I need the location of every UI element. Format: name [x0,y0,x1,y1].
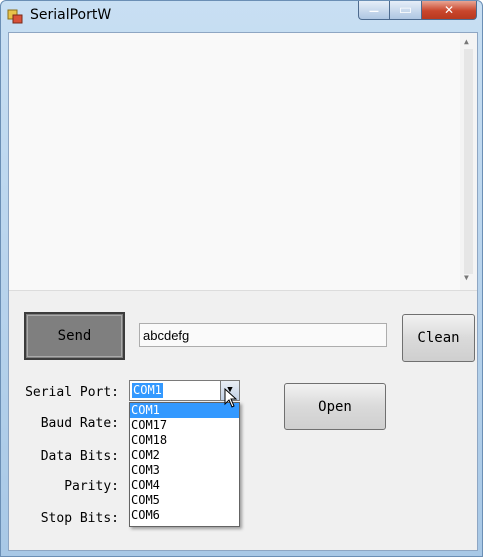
maximize-button[interactable]: ▭ [390,1,422,20]
receive-textbox[interactable]: ▲ ▼ [9,33,477,291]
mouse-pointer-icon [224,388,238,408]
close-button[interactable]: ✕ [422,1,477,20]
serial-port-dropdown-list: COM1 COM17 COM18 COM2 COM3 COM4 COM5 COM… [129,402,240,527]
dropdown-option[interactable]: COM17 [130,418,239,433]
parity-label: Parity: [64,479,119,494]
baud-rate-label: Baud Rate: [40,416,119,431]
close-icon: ✕ [443,3,455,17]
window-title: SerialPortW [30,7,112,23]
dropdown-option[interactable]: COM3 [130,463,239,478]
app-icon [7,9,23,24]
vertical-scrollbar[interactable]: ▲ ▼ [460,33,477,290]
dropdown-option[interactable]: COM18 [130,433,239,448]
client-area: ▲ ▼ Send Clean Serial Port: Baud Rate: D… [8,32,478,551]
stop-bits-label: Stop Bits: [40,511,119,526]
scroll-down-icon[interactable]: ▼ [464,273,469,282]
dropdown-option[interactable]: COM2 [130,448,239,463]
scroll-up-icon[interactable]: ▲ [464,37,469,46]
scrollbar-track[interactable] [464,49,473,274]
minimize-button[interactable]: — [358,1,390,20]
dropdown-option[interactable]: COM4 [130,478,239,493]
send-text-input[interactable] [139,323,387,347]
send-button[interactable]: Send [24,312,125,360]
app-window: SerialPortW — ▭ ✕ ▲ ▼ Send Clean Serial … [0,0,483,557]
clean-button[interactable]: Clean [402,314,475,362]
serial-port-label: Serial Port: [25,385,119,400]
data-bits-label: Data Bits: [40,449,119,464]
dropdown-option[interactable]: COM6 [130,508,239,523]
open-button[interactable]: Open [284,383,386,430]
maximize-icon: ▭ [398,2,413,18]
minimize-icon: — [369,6,379,17]
serial-port-selected-value: COM1 [132,383,163,398]
dropdown-option[interactable]: COM5 [130,493,239,508]
title-bar[interactable]: SerialPortW — ▭ ✕ [1,1,482,31]
dropdown-option[interactable]: COM1 [130,403,239,418]
